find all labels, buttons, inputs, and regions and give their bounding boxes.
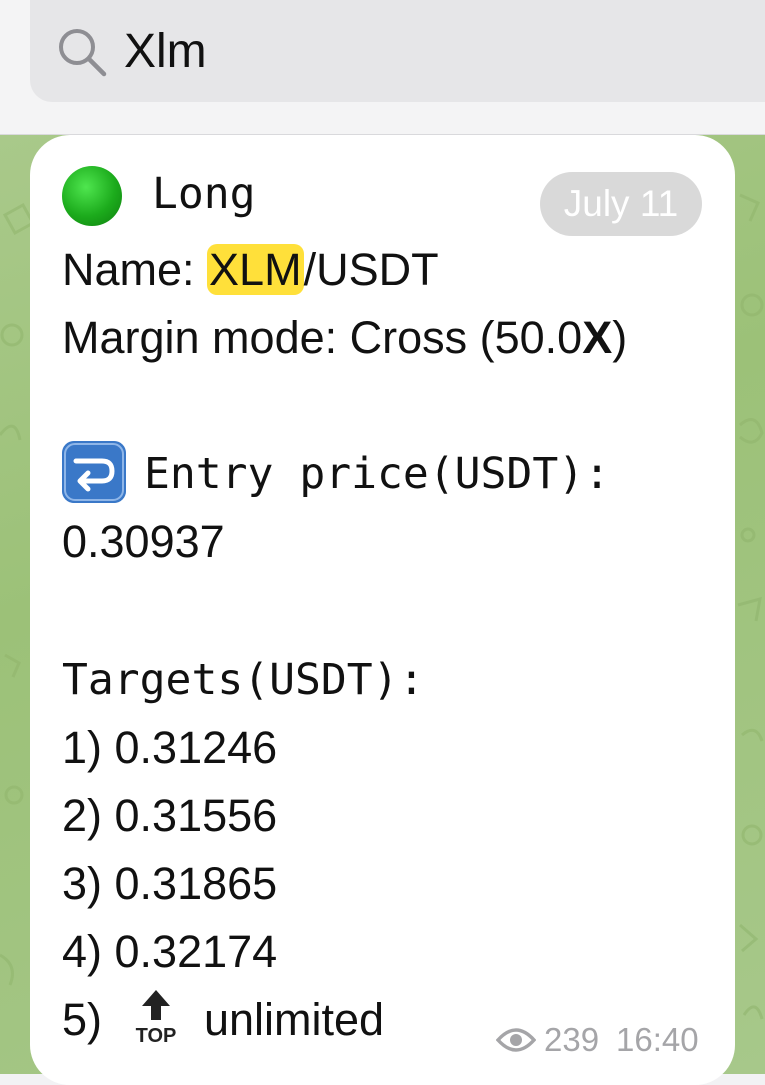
green-circle-icon <box>62 166 122 226</box>
pair-name-prefix: Name: <box>62 244 208 295</box>
entry-price-value: 0.30937 <box>62 516 225 567</box>
search-icon <box>59 29 107 77</box>
top-arrow-icon: TOP <box>136 990 177 1046</box>
targets-label: Targets(USDT): <box>62 655 425 705</box>
margin-mode-x: X <box>582 312 613 363</box>
right-arrow-curving-left-icon <box>62 441 126 503</box>
search-query-text[interactable]: Xlm <box>124 22 207 82</box>
direction-label: Long <box>152 169 256 219</box>
entry-price-label: Entry price(USDT): <box>144 449 610 499</box>
target-item: 4) 0.32174 <box>62 926 278 977</box>
target-item: 2) 0.31556 <box>62 790 278 841</box>
target-item: 3) 0.31865 <box>62 858 278 909</box>
margin-mode-close: ) <box>612 312 628 363</box>
eye-icon <box>496 1028 536 1052</box>
message-time: 16:40 <box>616 1021 699 1058</box>
top-icon-text: TOP <box>136 1025 177 1046</box>
margin-mode-text: Margin mode: Cross (50.0 <box>62 312 583 363</box>
margin-mode-line: Margin mode: Cross (50.0X) <box>62 308 627 368</box>
date-badge: July 11 <box>540 172 702 236</box>
target-5-value: unlimited <box>204 994 385 1045</box>
target-item: 1) 0.31246 <box>62 722 278 773</box>
search-match-highlight: XLM <box>207 244 304 295</box>
target-5-prefix: 5) <box>62 994 103 1045</box>
search-header: Xlm <box>0 0 765 135</box>
view-count: 239 <box>544 1021 600 1058</box>
pair-name-line: Name: XLM/USDT <box>62 240 439 300</box>
pair-name-suffix: /USDT <box>303 244 439 295</box>
